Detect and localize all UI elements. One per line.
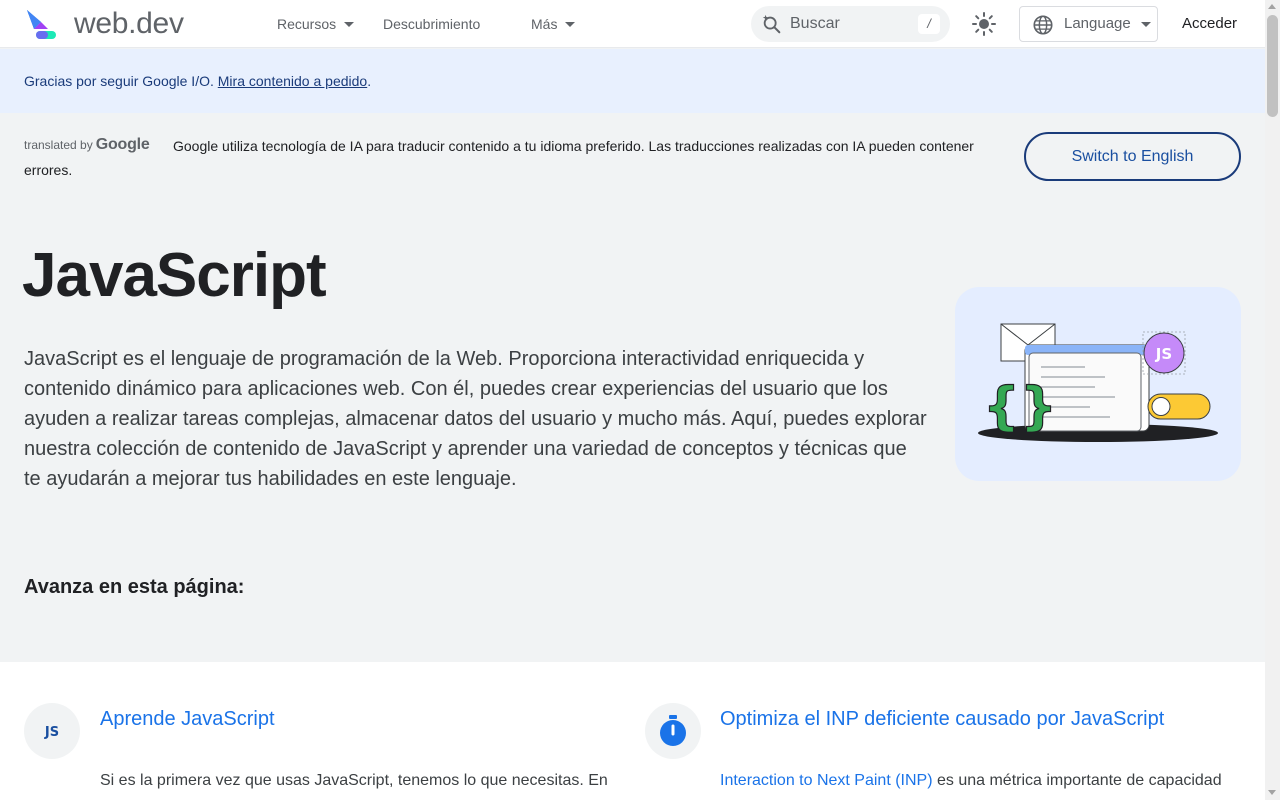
webdev-logo[interactable]: web.dev [24,7,184,41]
webdev-logo-icon [27,10,56,39]
js-badge-text: JS [44,725,59,740]
banner-text: Gracias por seguir Google I/O. [24,73,218,89]
chevron-down-icon [344,21,355,27]
nav-mas-label: Más [531,16,558,32]
page-title: JavaScript [22,241,327,310]
scroll-down-arrow-icon[interactable] [1268,790,1276,795]
card-text-optimize-inp-body: es una métrica importante de capacidad [932,772,1222,789]
logo-text: web.dev [74,7,184,40]
switch-to-english-button[interactable]: Switch to English [1024,132,1241,181]
banner-link[interactable]: Mira contenido a pedido [218,73,367,89]
search-shortcut-key: / [918,14,940,34]
search-input[interactable] [790,6,910,42]
js-badge-label: JS [1155,345,1172,363]
javascript-illustration-graphic: {} JS [978,323,1218,442]
scroll-up-arrow-icon[interactable] [1268,4,1276,9]
nav-recursos[interactable]: Recursos [277,0,355,48]
nav-descubrimiento[interactable]: Descubrimiento [383,0,480,48]
search-spark-icon [762,14,781,34]
signin-button[interactable]: Acceder [1182,0,1237,48]
js-badge-graphic: JS [44,725,59,740]
toc-title: Avanza en esta página: [24,576,245,598]
theme-toggle-button[interactable] [970,10,998,38]
nav-descubrimiento-label: Descubrimiento [383,16,481,32]
announcement-banner: Gracias por seguir Google I/O. Mira cont… [0,49,1265,113]
hero-description: JavaScript es el lenguaje de programació… [24,348,927,490]
stopwatch-icon [645,703,701,759]
content-cards: JS Aprende JavaScript Si es la primera v… [0,662,1265,800]
card-text-optimize-inp: Interaction to Next Paint (INP) es una m… [720,768,1240,794]
card-title-optimize-inp[interactable]: Optimiza el INP deficiente causado por J… [720,708,1164,731]
stopwatch-graphic [660,715,686,746]
page-scrollbar[interactable] [1265,0,1280,800]
scrollbar-thumb[interactable] [1267,15,1278,117]
language-selector[interactable]: Language [1019,6,1158,42]
translation-notice: Google utiliza tecnología de IA para tra… [24,138,974,178]
banner-message: Gracias por seguir Google I/O. Mira cont… [24,49,371,113]
chevron-down-icon [1141,22,1151,27]
javascript-illustration: {} JS [955,287,1241,481]
card-title-learn-javascript[interactable]: Aprende JavaScript [100,708,275,731]
globe-icon [1033,15,1053,35]
nav-mas[interactable]: Más [531,0,576,48]
card-text-learn-javascript: Si es la primera vez que usas JavaScript… [100,772,608,789]
search-box[interactable]: / [751,6,950,42]
js-badge-icon: JS [24,703,80,759]
sun-icon [972,12,996,36]
language-label: Language [1064,15,1131,32]
chevron-down-icon [565,21,576,27]
top-navigation: web.dev Recursos Descubrimiento Más / [0,0,1265,48]
inp-link[interactable]: Interaction to Next Paint (INP) [720,772,933,789]
svg-text:{}: {} [983,377,1057,437]
banner-suffix: . [367,73,372,89]
nav-recursos-label: Recursos [277,16,337,32]
